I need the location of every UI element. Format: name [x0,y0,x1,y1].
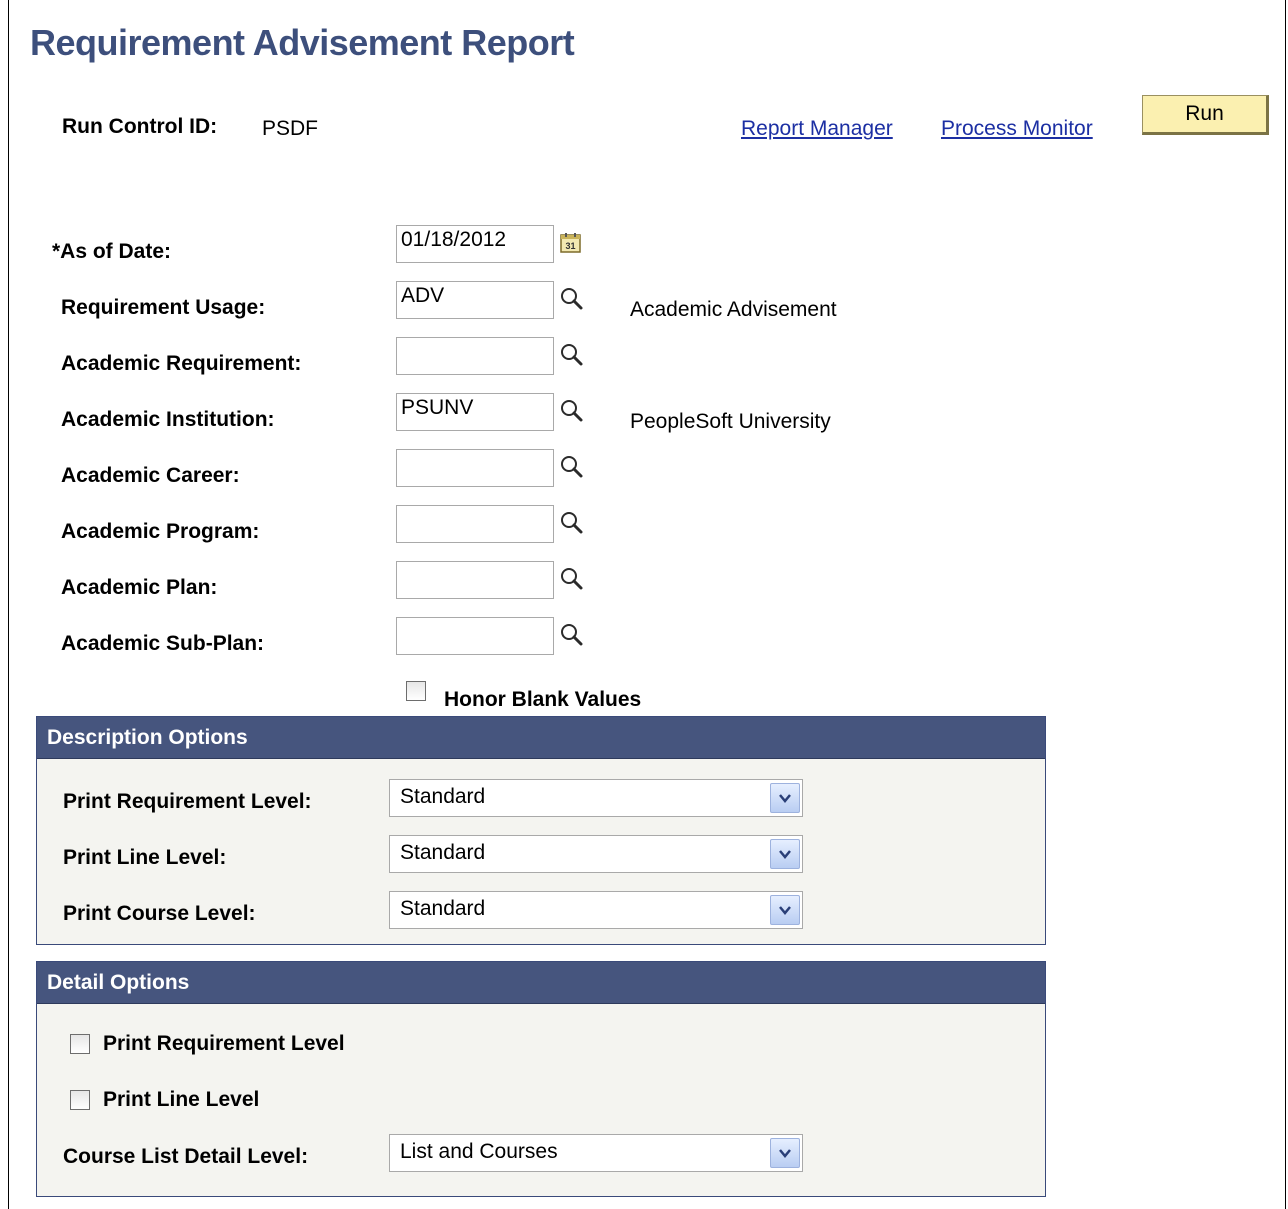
course-list-detail-level-select[interactable]: List and Courses [389,1134,803,1172]
requirement-usage-lookup-icon[interactable] [559,286,585,312]
chevron-down-icon[interactable] [770,839,800,869]
academic-career-lookup-icon[interactable] [559,454,585,480]
academic-plan-input[interactable] [396,561,554,599]
academic-career-label: Academic Career: [61,464,240,487]
print-line-level-checkbox-label: Print Line Level [103,1088,260,1111]
print-line-level-label: Print Line Level: [63,846,227,869]
run-control-value: PSDF [262,117,319,140]
academic-program-input[interactable] [396,505,554,543]
detail-options-section: Detail Options Print Requirement Level P… [36,961,1046,1197]
honor-blank-values-label: Honor Blank Values [444,688,642,711]
print-course-level-select[interactable]: Standard [389,891,803,929]
course-list-detail-level-value: List and Courses [400,1140,558,1163]
academic-requirement-label: Academic Requirement: [61,352,302,375]
print-line-level-checkbox[interactable] [70,1090,90,1110]
svg-text:31: 31 [565,241,575,251]
process-monitor-link[interactable]: Process Monitor [941,117,1093,141]
calendar-icon[interactable]: 31 [560,232,582,254]
page-border-left [8,0,9,1209]
as-of-date-label: *As of Date: [52,240,172,263]
description-options-header: Description Options [37,717,1045,759]
academic-sub-plan-lookup-icon[interactable] [559,622,585,648]
page-border-right [1285,0,1286,1209]
academic-program-lookup-icon[interactable] [559,510,585,536]
print-line-level-value: Standard [400,841,486,864]
course-list-detail-level-label: Course List Detail Level: [63,1145,309,1168]
academic-requirement-lookup-icon[interactable] [559,342,585,368]
academic-institution-input[interactable] [396,393,554,431]
academic-sub-plan-label: Academic Sub-Plan: [61,632,265,655]
description-options-section: Description Options Print Requirement Le… [36,716,1046,945]
print-requirement-level-checkbox-label: Print Requirement Level [103,1032,345,1055]
page-title: Requirement Advisement Report [30,22,575,63]
academic-plan-lookup-icon[interactable] [559,566,585,592]
chevron-down-icon[interactable] [770,783,800,813]
print-course-level-label: Print Course Level: [63,902,256,925]
requirement-usage-description: Academic Advisement [630,298,837,321]
print-course-level-value: Standard [400,897,486,920]
chevron-down-icon[interactable] [770,1138,800,1168]
print-requirement-level-label: Print Requirement Level: [63,790,312,813]
requirement-usage-input[interactable] [396,281,554,319]
academic-institution-label: Academic Institution: [61,408,275,431]
report-manager-link[interactable]: Report Manager [741,117,893,141]
print-line-level-select[interactable]: Standard [389,835,803,873]
academic-program-label: Academic Program: [61,520,260,543]
academic-requirement-input[interactable] [396,337,554,375]
academic-institution-lookup-icon[interactable] [559,398,585,424]
run-control-label: Run Control ID: [62,115,218,138]
print-requirement-level-select[interactable]: Standard [389,779,803,817]
academic-sub-plan-input[interactable] [396,617,554,655]
honor-blank-values-checkbox[interactable] [406,681,426,701]
academic-plan-label: Academic Plan: [61,576,218,599]
run-button[interactable]: Run [1142,95,1269,135]
requirement-usage-label: Requirement Usage: [61,296,266,319]
detail-options-header: Detail Options [37,962,1045,1004]
academic-institution-description: PeopleSoft University [630,410,831,433]
academic-career-input[interactable] [396,449,554,487]
print-requirement-level-checkbox[interactable] [70,1034,90,1054]
chevron-down-icon[interactable] [770,895,800,925]
as-of-date-input[interactable] [396,225,554,263]
print-requirement-level-value: Standard [400,785,486,808]
